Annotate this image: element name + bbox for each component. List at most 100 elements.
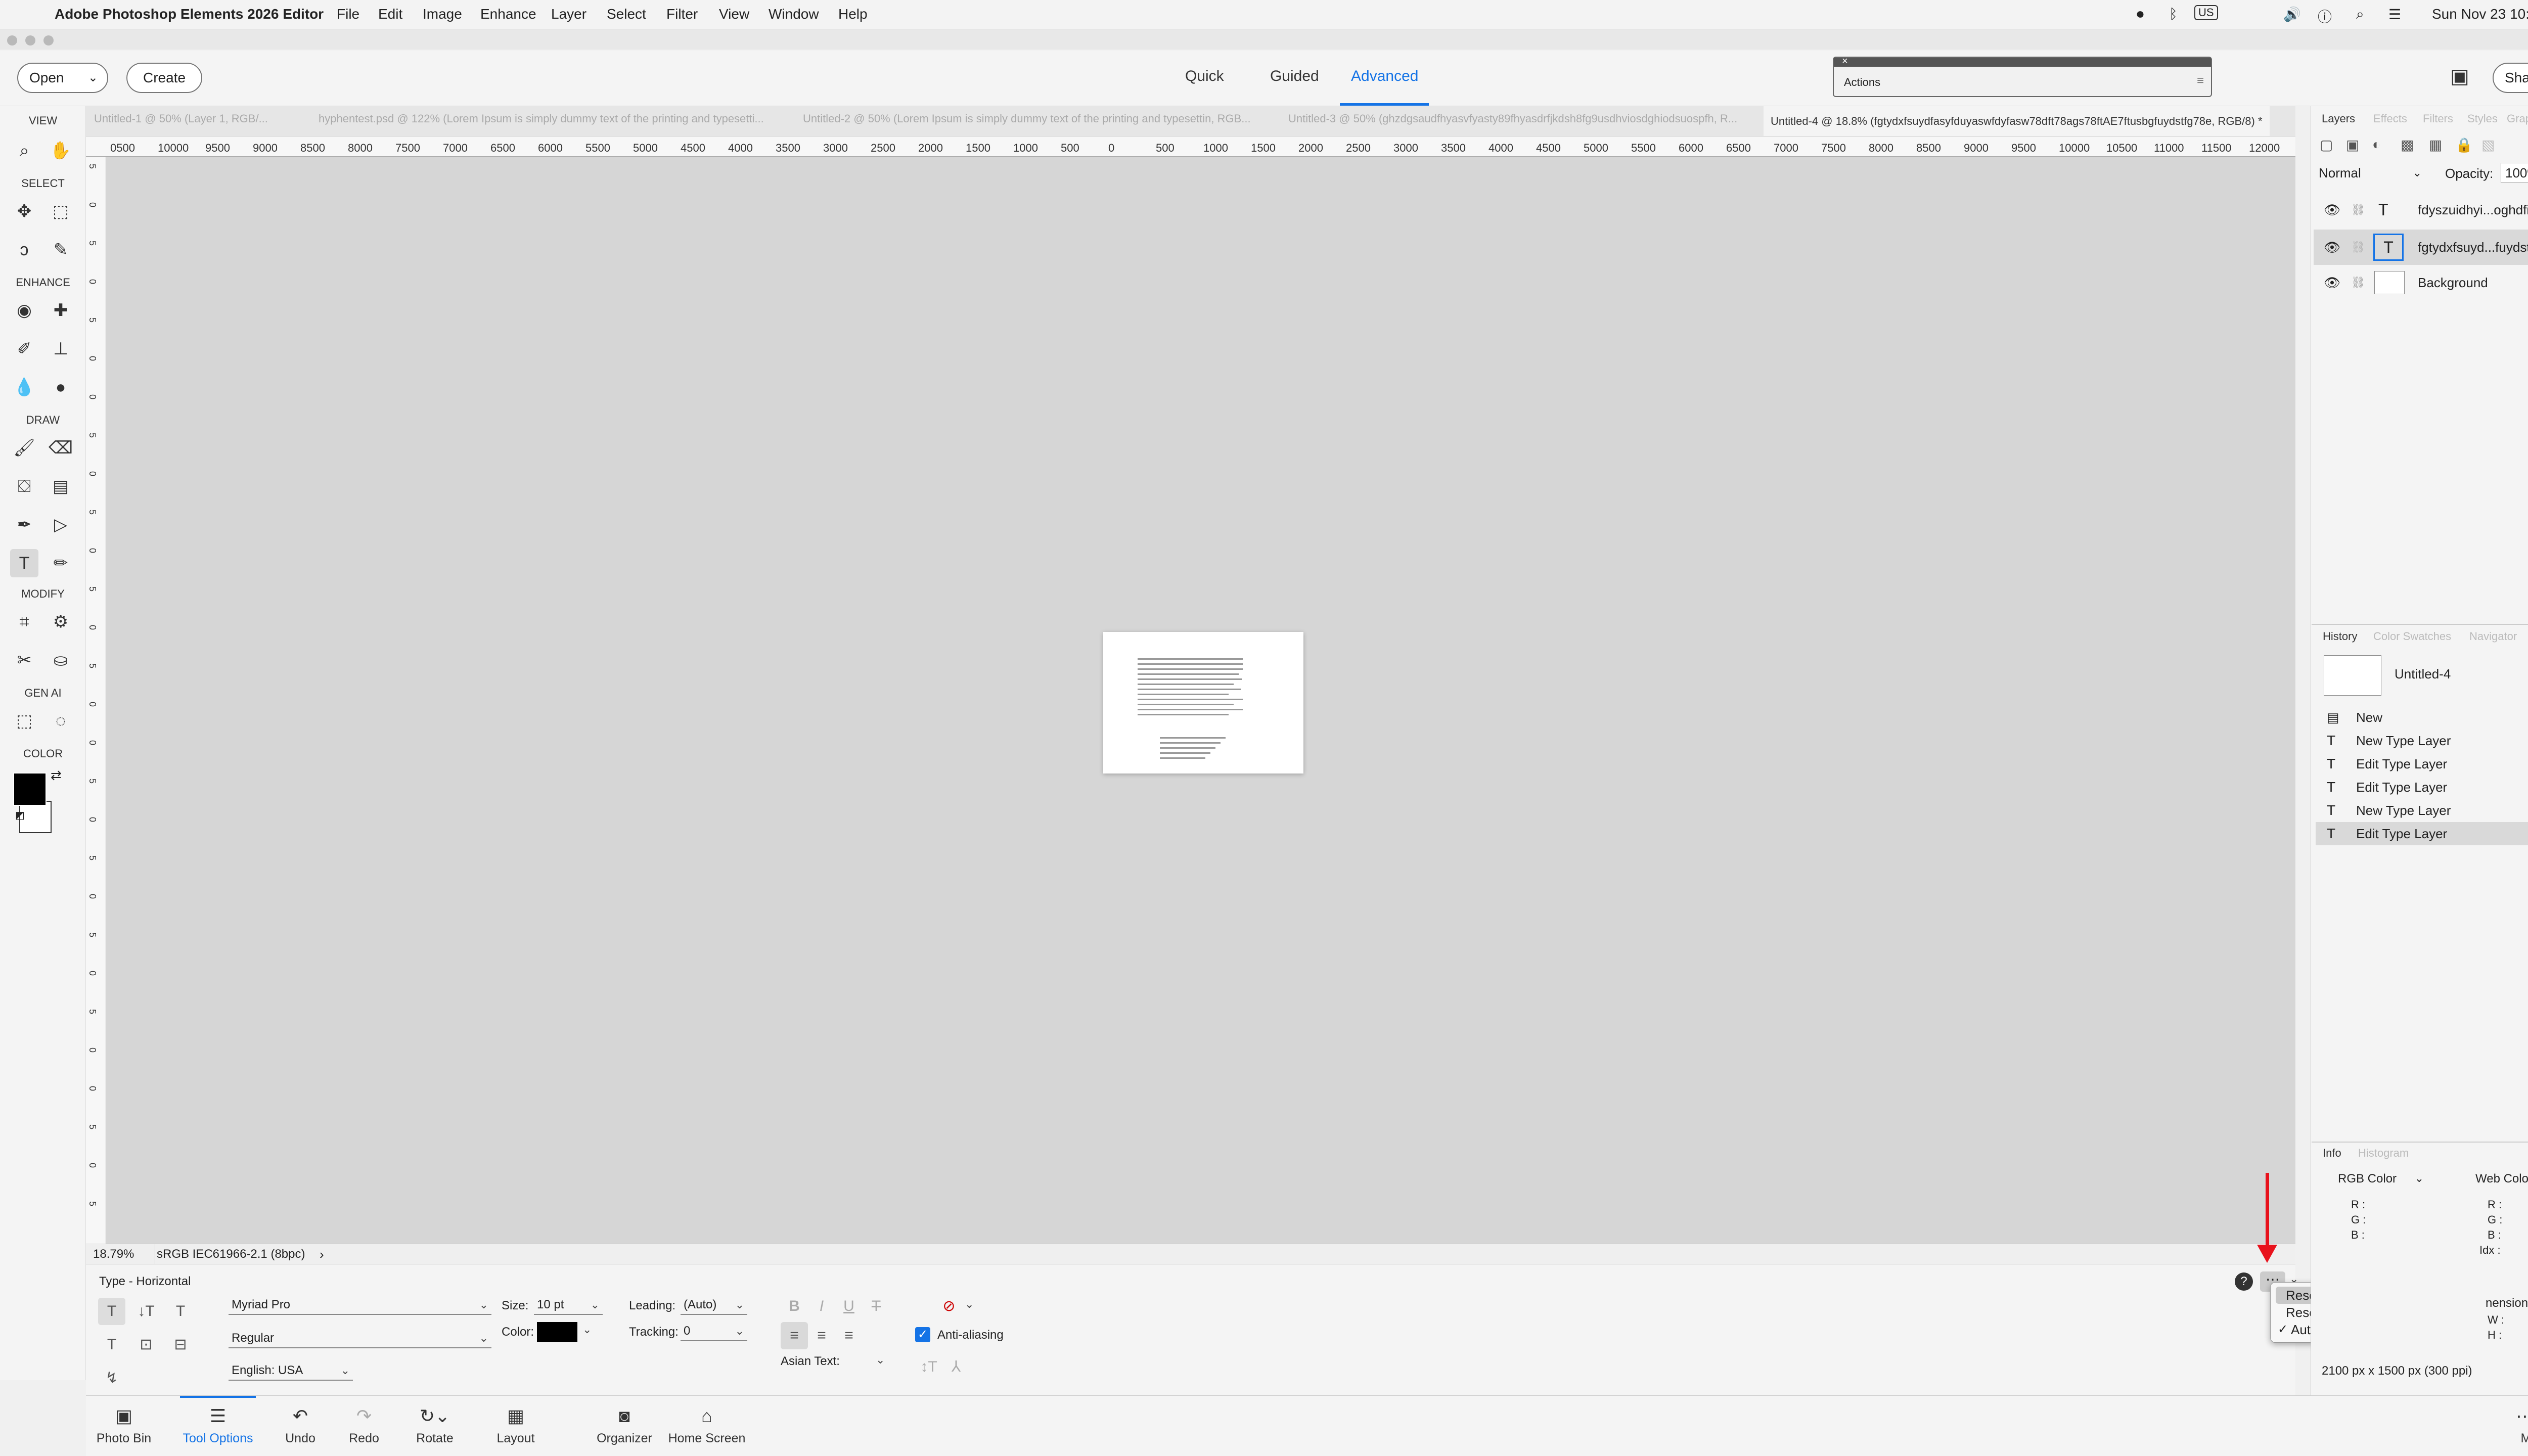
layer-name[interactable]: Background [2418, 265, 2488, 300]
move-tool-icon[interactable]: ✥ [10, 197, 38, 225]
bluetooth-icon[interactable]: ᛒ [2169, 6, 2178, 22]
new-group-icon[interactable]: ▣ [2346, 136, 2359, 153]
smart-brush-icon[interactable]: ✐ [10, 335, 38, 363]
font-style-dropdown[interactable]: Regular ⌄ [229, 1328, 491, 1348]
actions-panel[interactable]: × Actions ≡ [1833, 56, 2212, 97]
text-color-swatch[interactable] [537, 1322, 577, 1342]
photo-bin-button[interactable]: ▣ Photo Bin [86, 1405, 162, 1446]
menu-window[interactable]: Window [769, 6, 819, 22]
content-aware-move-icon[interactable]: ⛀ [47, 646, 75, 674]
blur-tool-icon[interactable]: 💧 [10, 373, 38, 401]
paint-bucket-icon[interactable]: ⛋ [10, 472, 38, 500]
no-style-swatch-icon[interactable]: ⊘ [935, 1293, 963, 1320]
anti-aliasing-checkbox[interactable]: ✓ [915, 1327, 930, 1342]
history-step[interactable]: T New Type Layer [2316, 729, 2528, 752]
text-on-selection-icon[interactable]: ⊡ [132, 1331, 160, 1358]
chevron-down-icon[interactable]: ⌄ [876, 1353, 885, 1367]
healing-brush-icon[interactable]: ✚ [47, 296, 75, 325]
tracking-field[interactable]: 0 ⌄ [681, 1321, 747, 1341]
leading-field[interactable]: (Auto) ⌄ [681, 1295, 747, 1315]
tab-layers[interactable]: Layers [2322, 112, 2355, 125]
horizontal-type-icon[interactable]: T [98, 1298, 125, 1325]
vertical-type-mask-icon[interactable]: T [98, 1331, 125, 1358]
pencil-tool-icon[interactable]: ✏ [47, 549, 75, 577]
panel-menu-icon[interactable]: ≡ [2197, 74, 2204, 88]
bold-button[interactable]: B [781, 1293, 808, 1320]
zoom-tool-icon[interactable]: ⌕ [10, 136, 38, 165]
tab-hyphentest[interactable]: hyphentest.psd @ 122% (Lorem Ipsum is si… [319, 112, 764, 125]
tab-untitled-4[interactable]: Untitled-4 @ 18.8% (fgtydxfsuydfasyfduya… [1764, 106, 2270, 136]
strikethrough-button[interactable]: T [863, 1293, 890, 1320]
share-button[interactable]: Share ⌄ [2493, 63, 2528, 93]
close-window-button[interactable] [7, 35, 17, 46]
chevron-down-icon[interactable]: ⌄ [479, 1328, 488, 1348]
layer-row[interactable]: 👁 ⛓ Background ▨ [2314, 265, 2528, 300]
tool-options-button[interactable]: ☰ Tool Options [180, 1405, 256, 1446]
history-step[interactable]: T Edit Type Layer [2316, 776, 2528, 799]
tab-effects[interactable]: Effects [2373, 112, 2407, 125]
close-icon[interactable]: × [1842, 56, 1848, 67]
tab-untitled-2[interactable]: Untitled-2 @ 50% (Lorem Ipsum is simply … [803, 112, 1251, 125]
link-icon[interactable]: ⛓ [2351, 192, 2365, 228]
align-left-button[interactable]: ≡ [781, 1322, 808, 1349]
eye-icon[interactable]: 👁 [2324, 265, 2340, 300]
text-on-shape-icon[interactable]: ⊟ [167, 1331, 194, 1358]
record-icon[interactable]: ⏺ [2137, 6, 2144, 23]
eyedropper-icon[interactable]: ✒ [10, 511, 38, 539]
history-snapshot[interactable]: Untitled-4 [2314, 650, 2528, 699]
hand-tool-icon[interactable]: ✋ [47, 136, 75, 165]
chevron-down-icon[interactable]: ⌄ [735, 1295, 744, 1315]
recompose-tool-icon[interactable]: ⚙ [47, 608, 75, 636]
brush-tool-icon[interactable]: 🖌 [10, 434, 38, 462]
text-on-path-icon[interactable]: ↯ [98, 1364, 125, 1392]
gradient-tool-icon[interactable]: ▤ [47, 472, 75, 500]
link-icon[interactable]: ⛓ [2351, 230, 2365, 265]
clock[interactable]: Sun Nov 23 10:11PM [2432, 6, 2528, 22]
opacity-field[interactable]: 100% ⌄ [2501, 163, 2528, 183]
layer-mask-icon[interactable]: ▩ [2401, 136, 2414, 153]
lasso-tool-icon[interactable]: ↄ [10, 236, 38, 264]
marquee-tool-icon[interactable]: ⬚ [47, 197, 75, 225]
mode-advanced[interactable]: Advanced [1351, 68, 1418, 85]
font-family-dropdown[interactable]: Myriad Pro ⌄ [229, 1295, 491, 1315]
document-page[interactable] [1103, 632, 1303, 774]
menu-edit[interactable]: Edit [378, 6, 402, 22]
menu-layer[interactable]: Layer [551, 6, 586, 22]
chevron-down-icon[interactable]: ⌄ [341, 1360, 350, 1381]
layer-row[interactable]: 👁 ⛓ T fgtydxfsuyd...fuydstfg78e [2314, 230, 2528, 265]
mode-guided[interactable]: Guided [1270, 68, 1319, 85]
new-layer-icon[interactable]: ▢ [2320, 136, 2333, 153]
eye-icon[interactable]: 👁 [2324, 230, 2340, 265]
text-orientation-icon[interactable]: ↕T [915, 1353, 942, 1381]
italic-button[interactable]: I [808, 1293, 835, 1320]
chevron-down-icon[interactable]: ⌄ [591, 1295, 600, 1315]
adjustment-layer-icon[interactable]: ◐ [2372, 136, 2381, 153]
tab-color-swatches[interactable]: Color Swatches [2373, 630, 2451, 643]
menu-view[interactable]: View [719, 6, 749, 22]
eye-tool-icon[interactable]: ◉ [10, 296, 38, 325]
layer-row[interactable]: 👁 ⛓ T fdyszuidhyi...oghdfiuguh [2314, 192, 2528, 228]
chevron-down-icon[interactable]: ⌄ [2415, 1172, 2424, 1185]
layout-button[interactable]: ▦ Layout [485, 1405, 546, 1446]
minimize-window-button[interactable] [25, 35, 35, 46]
menu-help[interactable]: Help [838, 6, 868, 22]
info-color-mode-dropdown[interactable]: RGB Color ⌄ [2338, 1172, 2429, 1190]
eraser-tool-icon[interactable]: ⌫ [47, 434, 75, 462]
history-step[interactable]: ▤ New [2316, 706, 2528, 729]
chevron-down-icon[interactable]: ⌄ [88, 64, 98, 92]
sponge-tool-icon[interactable]: ● [47, 373, 75, 401]
volume-icon[interactable]: 🔊 [2283, 6, 2301, 23]
mode-quick[interactable]: Quick [1185, 68, 1224, 85]
link-icon[interactable]: ⛓ [2351, 265, 2365, 300]
undo-button[interactable]: ↶ Undo [275, 1405, 326, 1446]
tab-styles[interactable]: Styles [2467, 112, 2498, 125]
help-icon[interactable]: ? [2235, 1272, 2253, 1291]
open-button[interactable]: Open ⌄ [17, 63, 108, 93]
swap-colors-icon[interactable]: ⇄ [51, 767, 62, 783]
generative-fill-icon[interactable]: ⬚ [10, 707, 38, 735]
eye-icon[interactable]: 👁 [2324, 192, 2340, 228]
zoom-level[interactable]: 18.79% [93, 1244, 134, 1264]
chevron-down-icon[interactable]: ⌄ [965, 1298, 974, 1311]
tab-histogram[interactable]: Histogram [2358, 1147, 2409, 1160]
underline-button[interactable]: U [835, 1293, 863, 1320]
